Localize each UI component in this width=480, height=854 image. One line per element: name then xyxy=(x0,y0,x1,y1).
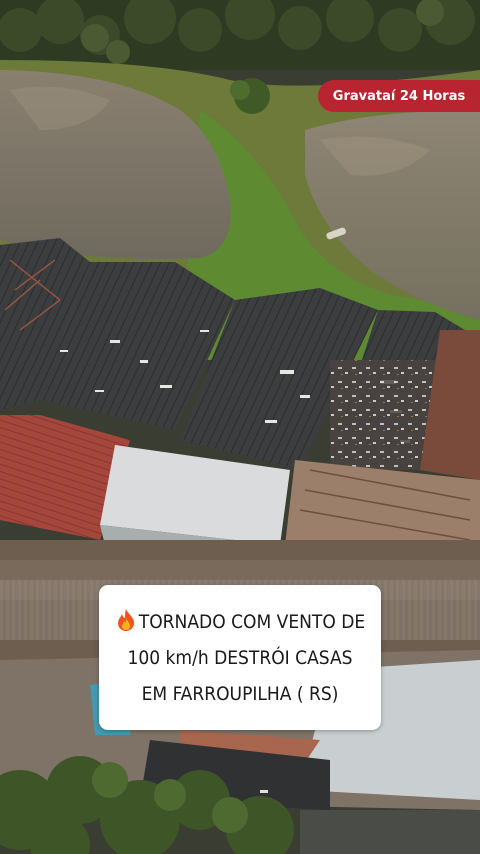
caption-line-2: 100 km/h DESTRÓI CASAS xyxy=(127,646,353,669)
caption-line-1: TORNADO COM VENTO DE xyxy=(99,604,381,640)
caption-line-3: EM FARROUPILHA ( RS) xyxy=(141,682,339,705)
fire-icon xyxy=(117,608,134,631)
watermark-badge: Gravataí 24 Horas xyxy=(318,80,480,112)
caption-box: TORNADO COM VENTO DE 100 km/h DESTRÓI CA… xyxy=(99,585,381,730)
watermark-label: Gravataí 24 Horas xyxy=(332,88,466,104)
caption-text-1: TORNADO COM VENTO DE xyxy=(138,610,366,633)
